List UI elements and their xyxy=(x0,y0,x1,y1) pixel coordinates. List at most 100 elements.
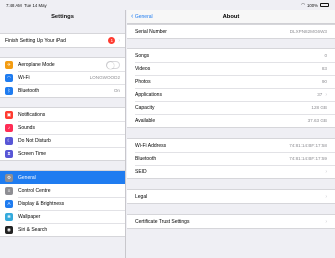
available-value: 37.63 GB xyxy=(307,118,327,123)
chevron-right-icon: › xyxy=(325,193,327,200)
certificate-trust-row[interactable]: Certificate Trust Settings › xyxy=(127,215,335,228)
wifi-icon: ◠ xyxy=(301,2,305,7)
applications-row[interactable]: Applications 37 › xyxy=(127,88,335,101)
connectivity-group: ✈ Aeroplane Mode ◠ Wi-Fi LONGWOOD2 ᛒ Blu… xyxy=(0,57,125,98)
status-left: 7:48 AM Tue 14 May xyxy=(6,3,47,8)
photos-value: 90 xyxy=(321,79,327,84)
sidebar-item-screen-time[interactable]: ⧗ Screen Time xyxy=(0,147,125,160)
setup-badge: 1 xyxy=(108,37,116,44)
photos-label: Photos xyxy=(135,78,151,85)
serial-number-row: Serial Number DLXPN82MG6W3 xyxy=(127,25,335,38)
sidebar-item-label: Aeroplane Mode xyxy=(18,61,55,68)
sidebar-item-wifi[interactable]: ◠ Wi-Fi LONGWOOD2 xyxy=(0,71,125,84)
songs-label: Songs xyxy=(135,52,150,59)
moon-icon: ☾ xyxy=(5,136,13,145)
sidebar-item-label: Notifications xyxy=(18,111,46,118)
sidebar-item-label: Display & Brightness xyxy=(18,200,65,207)
sidebar-item-siri-search[interactable]: ◉ Siri & Search xyxy=(0,223,125,236)
aeroplane-mode-toggle[interactable] xyxy=(106,60,120,69)
sidebar-item-aeroplane-mode[interactable]: ✈ Aeroplane Mode xyxy=(0,58,125,71)
back-button-label: General xyxy=(134,14,153,20)
bluetooth-status-value: On xyxy=(113,88,120,93)
airplane-icon: ✈ xyxy=(5,60,13,69)
sidebar-item-control-centre[interactable]: ≡ Control Centre xyxy=(0,184,125,197)
chevron-right-icon: › xyxy=(118,37,120,44)
finish-setup-label: Finish Setting Up Your iPad xyxy=(5,37,66,44)
sidebar-item-general[interactable]: ⚙ General xyxy=(0,171,125,184)
legal-group: Legal › xyxy=(127,189,335,204)
applications-value: 37 xyxy=(317,92,323,97)
back-button[interactable]: ‹ General xyxy=(131,10,153,24)
status-bar: 7:48 AM Tue 14 May ◠ 100% xyxy=(0,0,335,10)
serial-group: Serial Number DLXPN82MG6W3 xyxy=(127,24,335,39)
sidebar-item-bluetooth[interactable]: ᛒ Bluetooth On xyxy=(0,84,125,97)
seid-row[interactable]: SEID › xyxy=(127,165,335,178)
songs-value: 0 xyxy=(324,53,327,58)
bluetooth-address-label: Bluetooth xyxy=(135,155,157,162)
display-icon: A xyxy=(5,199,13,208)
finish-setup-row[interactable]: Finish Setting Up Your iPad 1 › xyxy=(0,34,125,47)
sidebar-item-label: Bluetooth xyxy=(18,87,40,94)
videos-label: Videos xyxy=(135,65,151,72)
wifi-icon: ◠ xyxy=(5,73,13,82)
serial-number-value: DLXPN82MG6W3 xyxy=(289,29,327,34)
certificate-trust-label: Certificate Trust Settings xyxy=(135,218,190,225)
page-title: About xyxy=(222,14,240,20)
sidebar-item-label: Control Centre xyxy=(18,187,51,194)
sidebar-item-label: Siri & Search xyxy=(18,226,48,233)
control-centre-icon: ≡ xyxy=(5,186,13,195)
capacity-label: Capacity xyxy=(135,104,155,111)
legal-row[interactable]: Legal › xyxy=(127,190,335,203)
photos-row: Photos 90 xyxy=(127,75,335,88)
sidebar-item-notifications[interactable]: ▣ Notifications xyxy=(0,108,125,121)
siri-icon: ◉ xyxy=(5,225,13,234)
sidebar-item-sounds[interactable]: ♪ Sounds xyxy=(0,121,125,134)
applications-label: Applications xyxy=(135,91,162,98)
sidebar-item-wallpaper[interactable]: ❀ Wallpaper xyxy=(0,210,125,223)
available-label: Available xyxy=(135,117,156,124)
setup-group: Finish Setting Up Your iPad 1 › xyxy=(0,33,125,48)
capacity-value: 128 GB xyxy=(311,105,327,110)
wifi-address-row: Wi-Fi Address 74:81:14:BF:17:58 xyxy=(127,139,335,152)
sidebar-item-label: Sounds xyxy=(18,124,35,131)
songs-row: Songs 0 xyxy=(127,49,335,62)
status-right: ◠ 100% xyxy=(301,2,329,8)
chevron-right-icon: › xyxy=(325,168,327,175)
network-group: Wi-Fi Address 74:81:14:BF:17:58 Bluetoot… xyxy=(127,138,335,179)
legal-label: Legal xyxy=(135,193,148,200)
bluetooth-address-row: Bluetooth 74:81:14:BF:17:59 xyxy=(127,152,335,165)
sounds-icon: ♪ xyxy=(5,123,13,132)
chevron-left-icon: ‹ xyxy=(131,13,134,20)
gear-icon: ⚙ xyxy=(5,173,13,182)
sidebar-item-label: Wallpaper xyxy=(18,213,41,220)
videos-row: Videos 83 xyxy=(127,62,335,75)
system-group: ⚙ General ≡ Control Centre A Display & B… xyxy=(0,170,125,237)
certificate-group: Certificate Trust Settings › xyxy=(127,214,335,229)
bluetooth-icon: ᛒ xyxy=(5,86,13,95)
seid-label: SEID xyxy=(135,168,147,175)
bluetooth-address-value: 74:81:14:BF:17:59 xyxy=(289,156,327,161)
serial-number-label: Serial Number xyxy=(135,28,167,35)
wifi-network-value: LONGWOOD2 xyxy=(89,75,120,80)
status-date: Tue 14 May xyxy=(24,2,47,8)
sidebar-item-label: Screen Time xyxy=(18,150,47,157)
sidebar-title: Settings xyxy=(51,14,74,20)
wifi-address-label: Wi-Fi Address xyxy=(135,142,167,149)
capacity-row: Capacity 128 GB xyxy=(127,101,335,114)
detail-navbar: ‹ General About xyxy=(127,10,335,24)
available-row: Available 37.63 GB xyxy=(127,114,335,127)
battery-icon xyxy=(320,3,329,7)
battery-percent: 100% xyxy=(307,2,318,8)
media-group: Songs 0 Videos 83 Photos 90 Applications… xyxy=(127,48,335,128)
about-detail-pane: ‹ General About Serial Number DLXPN82MG6… xyxy=(127,10,335,258)
status-time: 7:48 AM xyxy=(6,2,22,8)
wallpaper-icon: ❀ xyxy=(5,212,13,221)
videos-value: 83 xyxy=(321,66,327,71)
sidebar-item-do-not-disturb[interactable]: ☾ Do Not Disturb xyxy=(0,134,125,147)
hourglass-icon: ⧗ xyxy=(5,149,13,158)
sidebar-item-display-brightness[interactable]: A Display & Brightness xyxy=(0,197,125,210)
wifi-address-value: 74:81:14:BF:17:58 xyxy=(289,143,327,148)
alerts-group: ▣ Notifications ♪ Sounds ☾ Do Not Distur… xyxy=(0,107,125,161)
chevron-right-icon: › xyxy=(325,91,327,98)
chevron-right-icon: › xyxy=(325,218,327,225)
